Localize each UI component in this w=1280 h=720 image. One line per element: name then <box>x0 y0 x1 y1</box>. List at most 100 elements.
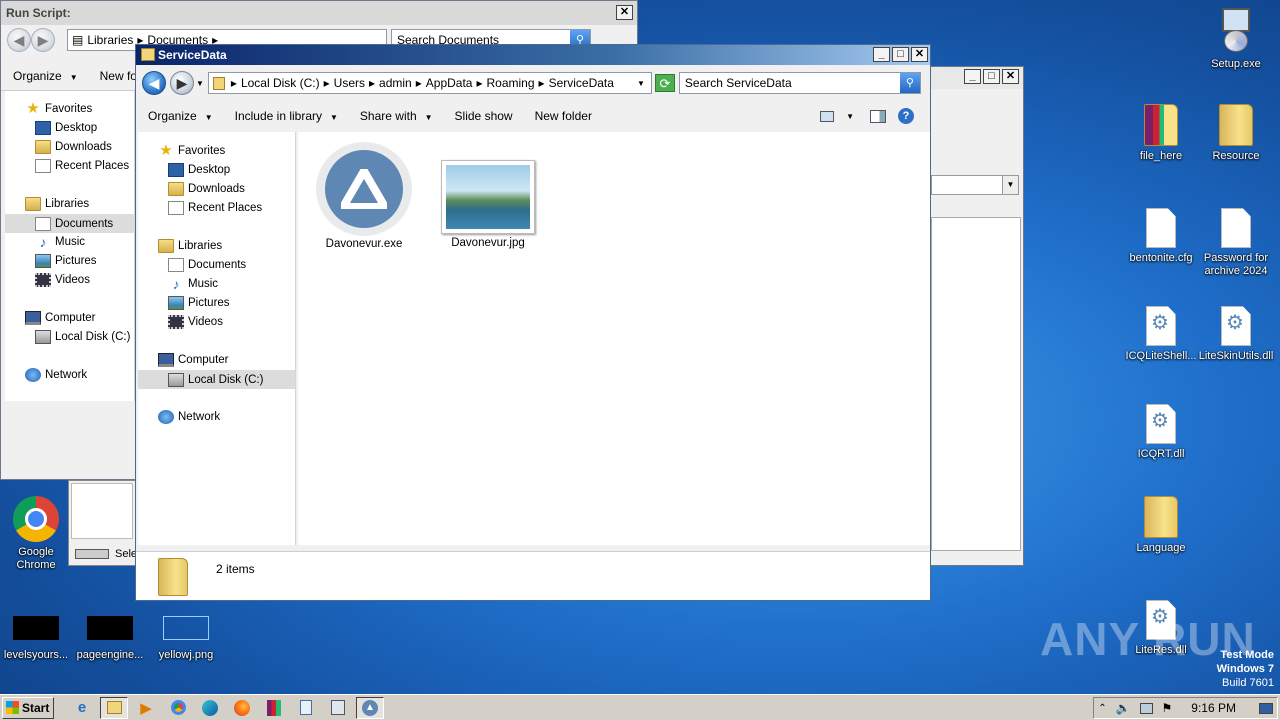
nav-favorites[interactable]: ★ Favorites <box>158 143 225 158</box>
breadcrumb-admin[interactable]: admin <box>379 76 412 90</box>
back-button[interactable]: ◀ <box>142 71 166 95</box>
slide-show-button[interactable]: Slide show <box>455 109 513 123</box>
minimize-button[interactable]: _ <box>873 47 890 62</box>
desktop-icon-levelsyours[interactable]: levelsyours... <box>0 616 74 662</box>
media-player-icon[interactable]: ▶ <box>132 697 160 719</box>
new-folder-button[interactable]: New folder <box>535 109 592 123</box>
include-in-library-button[interactable]: Include in library ▼ <box>235 109 338 123</box>
explorer-icon[interactable] <box>100 696 128 719</box>
address-dropdown-icon[interactable]: ▼ <box>637 79 645 88</box>
nav-computer[interactable]: Computer <box>25 311 96 325</box>
breadcrumb-users[interactable]: Users <box>334 76 365 90</box>
desktop-icon-label: Setup.exe <box>1211 58 1261 70</box>
nav-videos[interactable]: Videos <box>168 315 223 329</box>
edge-icon[interactable] <box>196 697 224 719</box>
search-input[interactable]: Search ServiceData ⚲ <box>678 72 921 94</box>
nav-recent[interactable]: Recent Places <box>35 159 129 173</box>
nav-pictures[interactable]: Pictures <box>168 296 230 310</box>
organize-button[interactable]: Organize ▼ <box>148 109 213 123</box>
view-dropdown-icon[interactable]: ▼ <box>846 112 854 121</box>
desktop-icon-chrome[interactable]: Google Chrome <box>0 496 74 572</box>
network-tray-icon[interactable] <box>1139 702 1153 714</box>
address-bar[interactable]: ▸ Local Disk (C:) ▸ Users ▸ admin ▸ AppData… <box>207 72 652 94</box>
file-list[interactable]: Davonevur.exe Davonevur.jpg <box>298 132 930 545</box>
new-folder-button[interactable]: New fol <box>100 69 140 83</box>
file-item[interactable]: Davonevur.jpg <box>436 160 540 249</box>
search-icon[interactable]: ⚲ <box>899 73 920 93</box>
help-icon[interactable]: ? <box>898 108 914 124</box>
close-button[interactable]: ✕ <box>911 47 928 62</box>
close-button[interactable]: ✕ <box>1002 69 1019 84</box>
app-a-taskbar-icon[interactable]: ▲ <box>356 696 384 719</box>
back-button[interactable]: ◀ <box>7 28 31 52</box>
nav-music[interactable]: ♪ Music <box>168 277 219 291</box>
desktop-icon-resource[interactable]: Resource <box>1198 104 1274 163</box>
maximize-button[interactable]: □ <box>983 69 1000 84</box>
breadcrumb-local-disk[interactable]: Local Disk (C:) <box>241 76 320 90</box>
nav-localdisk[interactable]: Local Disk (C:) <box>35 330 130 344</box>
nav-network[interactable]: Network <box>158 410 220 424</box>
ie-icon[interactable]: e <box>68 697 96 719</box>
minimize-button[interactable]: _ <box>964 69 981 84</box>
nav-libraries[interactable]: Libraries <box>158 239 222 253</box>
navigation-pane[interactable]: ★ Favorites Desktop Downloads Recent Plac… <box>138 132 296 545</box>
close-button[interactable]: ✕ <box>616 5 633 20</box>
file-item[interactable]: Davonevur.exe <box>312 142 416 250</box>
nav-documents[interactable]: Documents <box>168 258 246 272</box>
notepad-icon[interactable] <box>292 697 320 719</box>
chrome-icon[interactable] <box>164 697 192 719</box>
winrar-icon[interactable] <box>260 697 288 719</box>
nav-network[interactable]: Network <box>25 368 87 382</box>
refresh-icon[interactable]: ⟳ <box>654 74 675 92</box>
nav-downloads[interactable]: Downloads <box>168 182 245 196</box>
start-button[interactable]: Start <box>2 696 54 719</box>
show-desktop-icon[interactable] <box>1259 702 1273 714</box>
forward-button[interactable]: ▶ <box>170 71 194 95</box>
view-options-icon[interactable] <box>820 110 835 122</box>
nav-localdisk[interactable]: Local Disk (C:) <box>138 370 295 389</box>
chevron-down-icon[interactable]: ▼ <box>1002 176 1018 194</box>
nav-recent[interactable]: Recent Places <box>168 201 262 215</box>
nav-desktop[interactable]: Desktop <box>168 163 230 177</box>
breadcrumb-appdata[interactable]: AppData <box>426 76 473 90</box>
breadcrumb-roaming[interactable]: Roaming <box>487 76 535 90</box>
desktop-icon-label: Google Chrome <box>16 546 56 571</box>
desktop-icon-setup[interactable]: Setup.exe <box>1198 8 1274 71</box>
clock[interactable]: 9:16 PM <box>1191 701 1236 715</box>
nav-favorites[interactable]: ★ Favorites <box>25 101 92 116</box>
firefox-icon[interactable] <box>228 697 256 719</box>
desktop-icon-icqrt[interactable]: ICQRT.dll <box>1123 404 1199 461</box>
nav-computer[interactable]: Computer <box>158 353 229 367</box>
organize-button[interactable]: Organize ▼ <box>13 69 78 83</box>
nav-pictures[interactable]: Pictures <box>35 254 97 268</box>
desktop-icon-icqliteshell[interactable]: ICQLiteShell... <box>1123 306 1199 363</box>
breadcrumb-servicedata[interactable]: ServiceData <box>549 76 614 90</box>
nav-libraries[interactable]: Libraries <box>25 197 89 211</box>
nav-videos[interactable]: Videos <box>35 273 90 287</box>
third-window-dropdown[interactable]: ▼ <box>931 175 1019 195</box>
desktop-icon-bentonite[interactable]: bentonite.cfg <box>1123 208 1199 265</box>
desktop-icon-yellowj[interactable]: yellowj.png <box>148 616 224 662</box>
flag-icon[interactable]: ⚑ <box>1162 701 1173 715</box>
navigation-pane[interactable]: ★ Favorites Desktop Downloads Recent Plac… <box>5 91 135 401</box>
nav-downloads[interactable]: Downloads <box>35 140 112 154</box>
desktop-icon-pageengine[interactable]: pageengine... <box>72 616 148 662</box>
script-editor-icon[interactable] <box>324 697 352 719</box>
show-hidden-icons[interactable]: ⌃ <box>1098 703 1106 714</box>
preview-pane-icon[interactable] <box>870 109 886 123</box>
desktop-icon-language[interactable]: Language <box>1123 496 1199 555</box>
desktop-icon-file-here[interactable]: file_here <box>1123 104 1199 163</box>
share-with-button[interactable]: Share with ▼ <box>360 109 433 123</box>
servicedata-window[interactable]: ServiceData _ □ ✕ ◀ ▶ ▼ ▸ Local Disk (C:… <box>135 44 931 601</box>
forward-button[interactable]: ▶ <box>31 28 55 52</box>
desktop-icon-liteskinutils[interactable]: LiteSkinUtils.dll <box>1198 306 1274 363</box>
third-window[interactable]: _ □ ✕ ▼ <box>930 66 1024 566</box>
nav-music[interactable]: ♪ Music <box>35 235 86 249</box>
nav-desktop[interactable]: Desktop <box>35 121 97 135</box>
nav-documents[interactable]: Documents <box>5 214 135 233</box>
breadcrumb-libraries[interactable]: Libraries <box>87 33 133 47</box>
volume-icon[interactable]: 🔈 <box>1116 701 1131 715</box>
maximize-button[interactable]: □ <box>892 47 909 62</box>
desktop-icon-password[interactable]: Password for archive 2024 <box>1198 208 1274 278</box>
recent-pages-dropdown[interactable]: ▼ <box>196 79 204 88</box>
